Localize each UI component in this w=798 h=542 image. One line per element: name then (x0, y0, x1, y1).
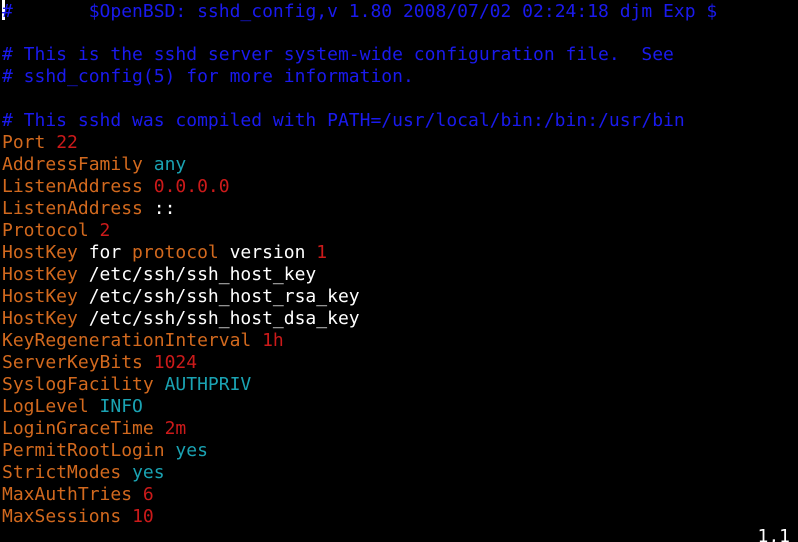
syntax-token-keyword: PermitRootLogin (2, 440, 165, 461)
syntax-token-keyword: StrictModes (2, 462, 122, 483)
syntax-token-keyword: protocol (132, 242, 219, 263)
syntax-token-number: 1 (316, 242, 328, 263)
syntax-token-keyword: SyslogFacility (2, 374, 154, 395)
editor-line[interactable]: AddressFamily any (2, 154, 796, 176)
editor-line[interactable]: Port 22 (2, 132, 796, 154)
syntax-token-number: 22 (56, 132, 78, 153)
syntax-token-keyword: HostKey (2, 264, 78, 285)
editor-line[interactable]: MaxAuthTries 6 (2, 484, 796, 506)
editor-line[interactable]: SyslogFacility AUTHPRIV (2, 374, 796, 396)
syntax-token-keyword: HostKey (2, 242, 78, 263)
syntax-token-plain (89, 396, 100, 417)
editor-line[interactable]: KeyRegenerationInterval 1h (2, 330, 796, 352)
syntax-token-plain (45, 132, 56, 153)
cursor-position-ruler: 1,1 (757, 526, 790, 542)
syntax-token-plain (89, 220, 100, 241)
syntax-token-keyword: MaxAuthTries (2, 484, 133, 505)
editor-line[interactable]: MaxSessions 10 (2, 506, 796, 528)
editor-line[interactable]: # sshd_config(5) for more information. (2, 66, 796, 88)
syntax-token-keyword: HostKey (2, 308, 78, 329)
syntax-token-keyword: ListenAddress (2, 176, 143, 197)
editor-line[interactable] (2, 22, 796, 44)
syntax-token-comment: # This is the sshd server system-wide co… (2, 44, 674, 65)
syntax-token-number: 0.0.0.0 (153, 176, 230, 197)
editor-line[interactable]: # $OpenBSD: sshd_config,v 1.80 2008/07/0… (2, 0, 796, 22)
syntax-token-keyword: AddressFamily (2, 154, 143, 175)
syntax-token-plain: version (218, 242, 317, 263)
editor-line[interactable]: HostKey /etc/ssh/ssh_host_rsa_key (2, 286, 796, 308)
syntax-token-keyword: ListenAddress (2, 198, 143, 219)
syntax-token-plain: /etc/ssh/ssh_host_dsa_key (77, 308, 360, 329)
syntax-token-keyword: HostKey (2, 286, 78, 307)
syntax-token-keyword: Port (2, 132, 46, 153)
syntax-token-constant: yes (132, 462, 165, 483)
syntax-token-number: 6 (142, 484, 154, 505)
syntax-token-constant: yes (175, 440, 208, 461)
editor-line[interactable] (2, 88, 796, 110)
editor-buffer[interactable]: # $OpenBSD: sshd_config,v 1.80 2008/07/0… (2, 0, 796, 528)
syntax-token-keyword: ServerKeyBits (2, 352, 143, 373)
editor-line[interactable]: ListenAddress 0.0.0.0 (2, 176, 796, 198)
syntax-token-constant: any (153, 154, 187, 175)
editor-line[interactable]: ListenAddress :: (2, 198, 796, 220)
editor-line[interactable]: LogLevel INFO (2, 396, 796, 418)
syntax-token-plain (132, 484, 143, 505)
syntax-token-keyword: LoginGraceTime (2, 418, 154, 439)
syntax-token-plain (143, 352, 154, 373)
syntax-token-comment: # $OpenBSD: sshd_config,v 1.80 2008/07/0… (2, 1, 718, 22)
syntax-token-number: 10 (132, 506, 154, 527)
editor-line[interactable]: LoginGraceTime 2m (2, 418, 796, 440)
syntax-token-number: 1024 (153, 352, 198, 373)
syntax-token-plain: /etc/ssh/ssh_host_rsa_key (77, 286, 360, 307)
syntax-token-keyword: LogLevel (2, 396, 89, 417)
editor-line[interactable]: ServerKeyBits 1024 (2, 352, 796, 374)
syntax-token-plain: :: (142, 198, 176, 219)
syntax-token-plain (121, 506, 132, 527)
terminal-window[interactable]: # $OpenBSD: sshd_config,v 1.80 2008/07/0… (0, 0, 798, 542)
editor-line[interactable]: PermitRootLogin yes (2, 440, 796, 462)
syntax-token-plain (154, 374, 165, 395)
editor-line[interactable]: HostKey /etc/ssh/ssh_host_dsa_key (2, 308, 796, 330)
editor-line[interactable]: HostKey /etc/ssh/ssh_host_key (2, 264, 796, 286)
syntax-token-keyword: KeyRegenerationInterval (2, 330, 252, 351)
syntax-token-plain (154, 418, 165, 439)
syntax-token-constant: AUTHPRIV (164, 374, 252, 395)
syntax-token-keyword: MaxSessions (2, 506, 122, 527)
syntax-token-plain (165, 440, 176, 461)
editor-line[interactable]: StrictModes yes (2, 462, 796, 484)
syntax-token-constant: INFO (99, 396, 143, 417)
syntax-token-comment: # This sshd was compiled with PATH=/usr/… (2, 110, 685, 131)
syntax-token-keyword: Protocol (2, 220, 89, 241)
syntax-token-number: 1h (262, 330, 284, 351)
syntax-token-comment: # sshd_config(5) for more information. (2, 66, 414, 87)
syntax-token-plain: for (77, 242, 133, 263)
syntax-token-plain (143, 154, 154, 175)
syntax-token-number: 2 (99, 220, 111, 241)
editor-line[interactable]: # This sshd was compiled with PATH=/usr/… (2, 110, 796, 132)
syntax-token-plain (251, 330, 262, 351)
syntax-token-plain (121, 462, 132, 483)
editor-line[interactable]: # This is the sshd server system-wide co… (2, 44, 796, 66)
syntax-token-plain: /etc/ssh/ssh_host_key (77, 264, 317, 285)
editor-line[interactable]: HostKey for protocol version 1 (2, 242, 796, 264)
syntax-token-number: 2m (164, 418, 187, 439)
editor-line[interactable]: Protocol 2 (2, 220, 796, 242)
syntax-token-plain (143, 176, 154, 197)
